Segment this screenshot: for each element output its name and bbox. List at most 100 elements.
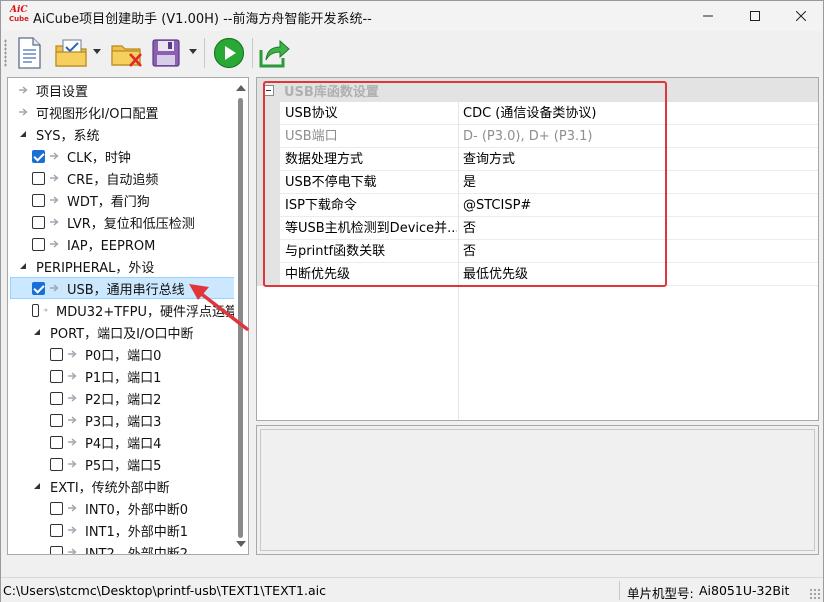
open-project-button[interactable]: [53, 36, 89, 70]
tree-item[interactable]: MDU32+TFPU，硬件浮点运算: [8, 299, 238, 321]
scroll-up-icon[interactable]: [236, 84, 246, 92]
resize-grip[interactable]: [809, 588, 821, 600]
close-project-button[interactable]: [109, 36, 145, 70]
tree-item[interactable]: LVR，复位和低压检测: [8, 211, 238, 233]
property-gutter: [257, 194, 280, 217]
property-name: 等USB主机检测到Device并...: [285, 221, 457, 236]
property-value[interactable]: 否: [463, 217, 813, 240]
property-row[interactable]: 中断优先级 最低优先级: [257, 263, 818, 286]
property-row[interactable]: USB端口 D- (P3.0), D+ (P3.1): [257, 125, 818, 148]
tree-checkbox[interactable]: [32, 193, 45, 207]
tree-item[interactable]: CLK，时钟: [8, 145, 238, 167]
tree-checkbox[interactable]: [50, 347, 63, 361]
folder-check-icon: [55, 39, 87, 67]
property-gutter: [257, 240, 280, 263]
export-arrow-icon: [259, 39, 290, 68]
expanded-triangle-icon[interactable]: [18, 261, 28, 271]
tree-item-label: WDT，看门狗: [67, 194, 150, 210]
tree-item-label: USB，通用串行总线: [67, 282, 185, 298]
collapse-icon[interactable]: [263, 84, 274, 96]
property-name: USB协议: [285, 106, 338, 121]
property-value[interactable]: D- (P3.0), D+ (P3.1): [463, 125, 813, 148]
tree-checkbox[interactable]: [50, 523, 63, 537]
toolbar-grip[interactable]: [4, 39, 7, 67]
arrow-right-icon: [50, 240, 59, 248]
tree-checkbox[interactable]: [50, 457, 63, 471]
new-document-button[interactable]: [13, 36, 45, 70]
tree-item[interactable]: 项目设置: [8, 79, 238, 101]
tree-checkbox[interactable]: [32, 237, 45, 251]
tree-item[interactable]: INT2，外部中断2: [8, 541, 238, 554]
tree-item[interactable]: PORT，端口及I/O口中断: [8, 321, 238, 343]
project-tree[interactable]: 项目设置 可视图形化I/O口配置 SYS，系统 CLK，时钟 CRE，自动追频 WDT，看…: [7, 77, 249, 555]
expanded-triangle-icon[interactable]: [18, 129, 28, 139]
property-row[interactable]: USB不停电下载 是: [257, 171, 818, 194]
tree-checkbox[interactable]: [32, 215, 45, 229]
tree-item[interactable]: SYS，系统: [8, 123, 238, 145]
tree-item[interactable]: INT1，外部中断1: [8, 519, 238, 541]
property-name: 数据处理方式: [285, 152, 364, 167]
tree-scroll-thumb[interactable]: [238, 98, 243, 538]
open-dropdown-icon[interactable]: [93, 49, 101, 55]
tree-item[interactable]: INT0，外部中断0: [8, 497, 238, 519]
scroll-down-icon[interactable]: [236, 540, 246, 548]
tree-checkbox[interactable]: [50, 391, 63, 405]
tree-item-label: P0口，端口0: [85, 348, 162, 364]
tree-item-label: P5口，端口5: [85, 458, 162, 474]
property-gutter: [257, 217, 280, 240]
maximize-button[interactable]: [732, 1, 778, 31]
property-gutter: [257, 171, 280, 194]
tree-checkbox[interactable]: [32, 281, 45, 295]
tree-item[interactable]: IAP，EEPROM: [8, 233, 238, 255]
expanded-triangle-icon[interactable]: [32, 481, 42, 491]
status-bar: C:\Users\stcmc\Desktop\printf-usb\TEXT1\…: [1, 577, 823, 602]
tree-item-label: INT0，外部中断0: [85, 502, 189, 518]
toolbar-separator: [204, 38, 205, 68]
property-column-divider[interactable]: [458, 102, 459, 420]
export-button[interactable]: [257, 36, 291, 70]
property-value[interactable]: CDC (通信设备类协议): [463, 102, 813, 125]
tree-item[interactable]: 可视图形化I/O口配置: [8, 101, 238, 123]
tree-checkbox[interactable]: [50, 501, 63, 515]
tree-checkbox[interactable]: [32, 303, 40, 317]
property-row[interactable]: 数据处理方式 查询方式: [257, 148, 818, 171]
tree-item[interactable]: P5口，端口5: [8, 453, 238, 475]
arrow-right-icon: [19, 86, 28, 94]
tree-item[interactable]: P1口，端口1: [8, 365, 238, 387]
property-value[interactable]: @STCISP#: [463, 194, 813, 217]
close-button[interactable]: [778, 1, 824, 31]
property-value[interactable]: 最低优先级: [463, 263, 813, 286]
property-section-header[interactable]: USB库函数设置: [257, 78, 818, 102]
property-row[interactable]: 等USB主机检测到Device并... 否: [257, 217, 818, 240]
expanded-triangle-icon[interactable]: [32, 327, 42, 337]
tree-checkbox[interactable]: [32, 171, 45, 185]
status-separator: [619, 581, 620, 600]
tree-scrollbar[interactable]: [234, 78, 248, 554]
tree-item[interactable]: P2口，端口2: [8, 387, 238, 409]
tree-checkbox[interactable]: [32, 149, 45, 163]
property-row[interactable]: ISP下载命令 @STCISP#: [257, 194, 818, 217]
tree-checkbox[interactable]: [50, 369, 63, 383]
save-button[interactable]: [149, 36, 183, 70]
row-divider: [280, 285, 818, 286]
tree-item[interactable]: EXTI，传统外部中断: [8, 475, 238, 497]
tree-item[interactable]: USB，通用串行总线: [8, 277, 238, 299]
minimize-button[interactable]: [685, 1, 731, 31]
tree-item[interactable]: P3口，端口3: [8, 409, 238, 431]
tree-checkbox[interactable]: [50, 435, 63, 449]
tree-checkbox[interactable]: [50, 545, 63, 554]
property-row[interactable]: USB协议 CDC (通信设备类协议): [257, 102, 818, 125]
property-value[interactable]: 否: [463, 240, 813, 263]
tree-item[interactable]: CRE，自动追频: [8, 167, 238, 189]
run-button[interactable]: [211, 36, 247, 70]
property-row[interactable]: 与printf函数关联 否: [257, 240, 818, 263]
tree-item[interactable]: P0口，端口0: [8, 343, 238, 365]
tree-item[interactable]: PERIPHERAL，外设: [8, 255, 238, 277]
tree-item[interactable]: P4口，端口4: [8, 431, 238, 453]
save-dropdown-icon[interactable]: [189, 49, 197, 55]
tree-item[interactable]: WDT，看门狗: [8, 189, 238, 211]
logo-text-top: AiC: [10, 5, 28, 15]
property-value[interactable]: 是: [463, 171, 813, 194]
property-value[interactable]: 查询方式: [463, 148, 813, 171]
tree-checkbox[interactable]: [50, 413, 63, 427]
